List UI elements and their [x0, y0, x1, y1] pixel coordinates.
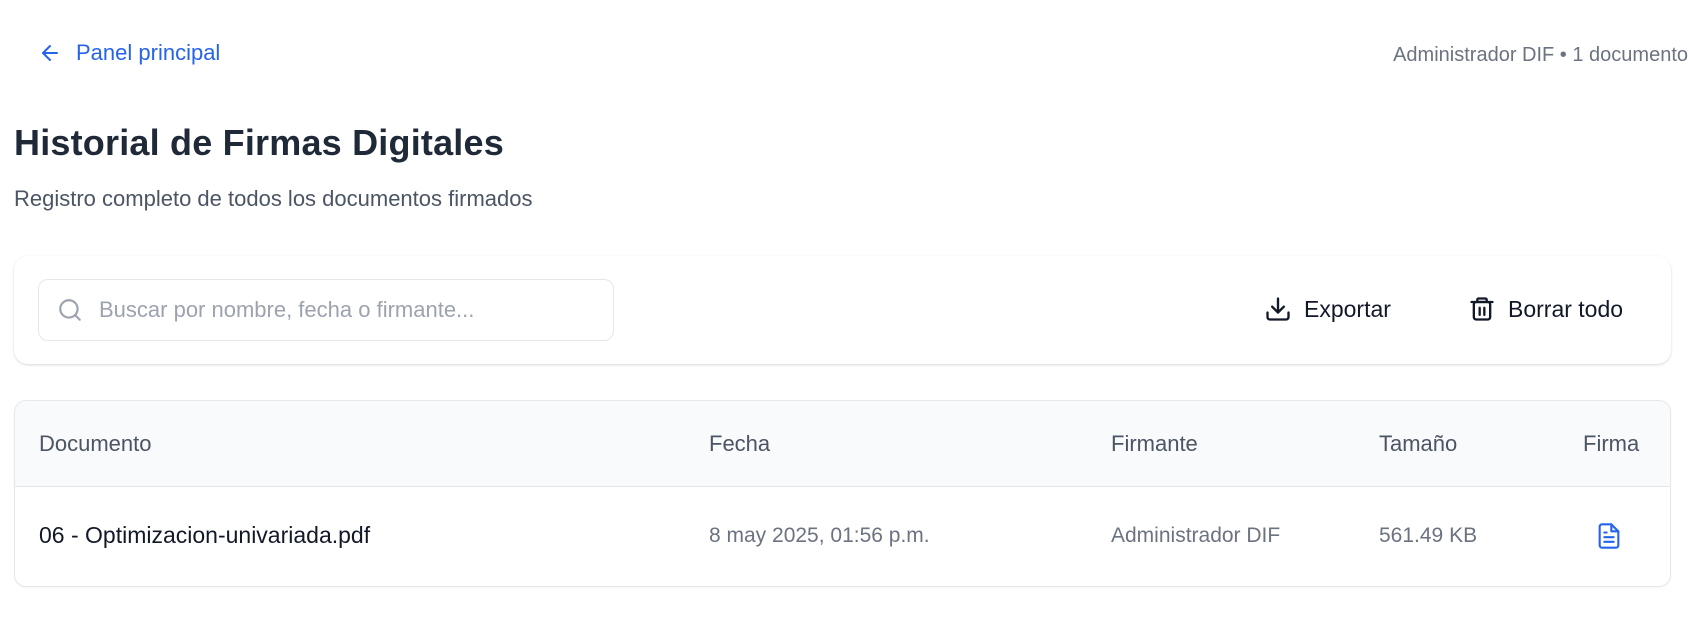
column-header-size: Tamaño	[1379, 431, 1458, 456]
signature-history-page: Panel principal Administrador DIF • 1 do…	[0, 0, 1688, 620]
search-input[interactable]	[99, 297, 569, 323]
column-header-document: Documento	[39, 431, 152, 456]
document-size: 561.49 KB	[1379, 524, 1478, 547]
clear-all-button-label: Borrar todo	[1508, 295, 1624, 322]
column-header-signature: Firma	[1583, 431, 1640, 456]
column-header-date: Fecha	[709, 431, 771, 456]
download-icon	[1266, 297, 1290, 321]
export-button[interactable]: Exportar	[1252, 286, 1403, 332]
document-name: 06 - Optimizacion-univariada.pdf	[39, 522, 371, 548]
top-bar: Panel principal Administrador DIF • 1 do…	[0, 0, 1688, 115]
table-row: 06 - Optimizacion-univariada.pdf 8 may 2…	[15, 487, 1670, 586]
document-date: 8 may 2025, 01:56 p.m.	[709, 524, 930, 547]
page-title: Historial de Firmas Digitales	[14, 122, 504, 163]
search-icon	[59, 299, 81, 321]
page-subtitle: Registro completo de todos los documento…	[14, 186, 533, 211]
table-header: Documento Fecha Firmante Tamaño Firma	[15, 401, 1670, 487]
clear-all-button[interactable]: Borrar todo	[1456, 286, 1635, 332]
view-signature-button[interactable]	[1593, 521, 1625, 553]
toolbar: Exportar Borrar todo	[14, 256, 1671, 364]
documents-table: Documento Fecha Firmante Tamaño Firma 06…	[14, 400, 1671, 587]
trash-icon	[1470, 297, 1494, 321]
document-signer: Administrador DIF	[1111, 524, 1281, 547]
export-button-label: Exportar	[1304, 295, 1391, 322]
user-document-count: Administrador DIF • 1 documento	[1393, 44, 1688, 66]
column-header-signer: Firmante	[1111, 431, 1198, 456]
file-text-icon	[1598, 522, 1620, 549]
search-box	[38, 279, 614, 341]
